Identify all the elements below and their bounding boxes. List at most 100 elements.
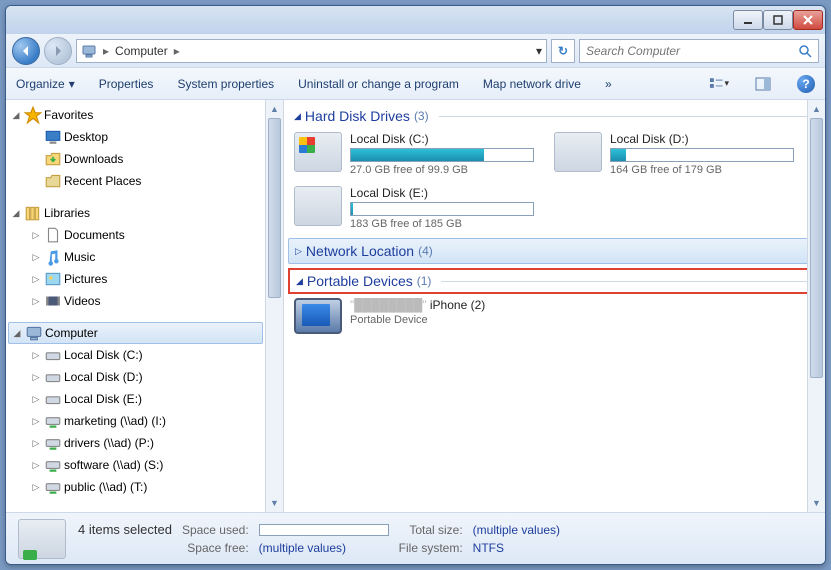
map-drive-button[interactable]: Map network drive	[483, 77, 581, 91]
drive-icon	[18, 519, 66, 559]
tree-local-c[interactable]: ▷Local Disk (C:)	[6, 344, 283, 366]
tree-music[interactable]: ▷ Music	[6, 246, 283, 268]
collapse-icon[interactable]: ◢	[296, 276, 303, 287]
tree-net-p[interactable]: ▷ drivers (\\ad) (P:)	[6, 432, 283, 454]
collapse-icon[interactable]: ◢	[10, 208, 22, 219]
group-title: Portable Devices	[307, 273, 413, 289]
tree-label: Recent Places	[64, 174, 141, 188]
search-input[interactable]	[586, 44, 798, 58]
refresh-button[interactable]: ↻	[551, 39, 575, 63]
label-space-free: Space free:	[182, 541, 249, 555]
expand-icon[interactable]: ▷	[30, 394, 42, 405]
forward-button[interactable]	[44, 37, 72, 65]
expand-icon[interactable]: ▷	[30, 416, 42, 427]
label-fs: File system:	[399, 541, 463, 555]
drive-icon	[44, 369, 62, 385]
divider	[439, 116, 815, 117]
group-count: (4)	[418, 244, 433, 258]
uninstall-button[interactable]: Uninstall or change a program	[298, 77, 459, 91]
preview-pane-button[interactable]	[753, 74, 773, 94]
expand-icon[interactable]: ▷	[30, 274, 42, 285]
tree-documents[interactable]: ▷ Documents	[6, 224, 283, 246]
tree-computer[interactable]: ◢ Computer	[8, 322, 263, 344]
tree-net-i[interactable]: ▷ marketing (\\ad) (I:)	[6, 410, 283, 432]
expand-icon[interactable]: ▷	[30, 438, 42, 449]
expand-icon[interactable]: ▷	[30, 230, 42, 241]
help-button[interactable]: ?	[797, 75, 815, 93]
drive-c[interactable]: Local Disk (C:) 27.0 GB free of 99.9 GB	[294, 132, 534, 176]
drive-free: 27.0 GB free of 99.9 GB	[350, 164, 534, 176]
collapse-icon[interactable]: ◢	[294, 111, 301, 122]
close-button[interactable]	[793, 10, 823, 30]
more-button[interactable]: »	[605, 77, 612, 91]
expand-icon[interactable]: ▷	[30, 350, 42, 361]
search-box[interactable]	[579, 39, 819, 63]
breadcrumb-location[interactable]: Computer	[115, 44, 168, 58]
body: ◢ Favorites Desktop Downloads Recent Pla…	[6, 100, 825, 512]
command-bar: Organize ▾ Properties System properties …	[6, 68, 825, 100]
tree-videos[interactable]: ▷Videos	[6, 290, 283, 312]
chevron-down-icon: ▾	[69, 77, 75, 91]
tree-libraries[interactable]: ◢ Libraries	[6, 202, 283, 224]
scroll-thumb[interactable]	[268, 118, 281, 298]
tree-label: Music	[64, 250, 95, 264]
maximize-button[interactable]	[763, 10, 793, 30]
tree-pictures[interactable]: ▷Pictures	[6, 268, 283, 290]
drive-name: Local Disk (C:)	[350, 132, 534, 146]
tree-recent[interactable]: Recent Places	[6, 170, 283, 192]
breadcrumb[interactable]: ▸ Computer ▸ ▾	[76, 39, 547, 63]
drive-e[interactable]: Local Disk (E:) 183 GB free of 185 GB	[294, 186, 534, 230]
scroll-up-icon[interactable]: ▲	[266, 100, 283, 118]
back-button[interactable]	[12, 37, 40, 65]
sidebar-scrollbar[interactable]: ▲ ▼	[265, 100, 283, 512]
scroll-up-icon[interactable]: ▲	[808, 100, 825, 118]
tree-label: Documents	[64, 228, 125, 242]
properties-button[interactable]: Properties	[99, 77, 154, 91]
system-properties-button[interactable]: System properties	[177, 77, 274, 91]
drive-name: Local Disk (D:)	[610, 132, 794, 146]
tree-desktop[interactable]: Desktop	[6, 126, 283, 148]
expand-icon[interactable]: ▷	[30, 482, 42, 493]
document-icon	[44, 227, 62, 243]
expand-icon[interactable]: ▷	[30, 372, 42, 383]
tree-label: marketing (\\ad) (I:)	[64, 414, 166, 428]
tree-label: Desktop	[64, 130, 108, 144]
collapse-icon[interactable]: ◢	[10, 110, 22, 121]
expand-icon[interactable]: ▷	[30, 252, 42, 263]
scroll-down-icon[interactable]: ▼	[266, 494, 283, 512]
tree-net-t[interactable]: ▷public (\\ad) (T:)	[6, 476, 283, 498]
organize-menu[interactable]: Organize ▾	[16, 77, 75, 91]
expand-icon[interactable]: ▷	[295, 246, 302, 257]
content-scrollbar[interactable]: ▲ ▼	[807, 100, 825, 512]
tree-net-s[interactable]: ▷software (\\ad) (S:)	[6, 454, 283, 476]
tree-favorites[interactable]: ◢ Favorites	[6, 104, 283, 126]
tree-downloads[interactable]: Downloads	[6, 148, 283, 170]
scroll-thumb[interactable]	[810, 118, 823, 378]
view-options-button[interactable]: ▾	[709, 74, 729, 94]
scroll-down-icon[interactable]: ▼	[808, 494, 825, 512]
tree-label: Local Disk (E:)	[64, 392, 142, 406]
search-icon[interactable]	[798, 44, 812, 58]
dropdown-icon[interactable]: ▾	[536, 44, 542, 58]
group-hdd[interactable]: ◢ Hard Disk Drives (3)	[284, 100, 825, 128]
group-network[interactable]: ▷ Network Location (4)	[288, 238, 821, 264]
divider	[441, 281, 813, 282]
tree-local-e[interactable]: ▷ Local Disk (E:)	[6, 388, 283, 410]
drive-d[interactable]: Local Disk (D:) 164 GB free of 179 GB	[554, 132, 794, 176]
drive-icon	[294, 132, 342, 172]
minimize-button[interactable]	[733, 10, 763, 30]
group-count: (1)	[417, 274, 432, 288]
expand-icon[interactable]: ▷	[30, 296, 42, 307]
chevron-right-icon[interactable]: ▸	[172, 44, 182, 58]
device-name: "████████" iPhone (2)	[350, 298, 534, 312]
tree-local-d[interactable]: ▷ Local Disk (D:)	[6, 366, 283, 388]
tree-label: drivers (\\ad) (P:)	[64, 436, 154, 450]
network-drive-icon	[44, 457, 62, 473]
device-type: Portable Device	[350, 314, 534, 326]
collapse-icon[interactable]: ◢	[11, 328, 23, 339]
nav-bar: ▸ Computer ▸ ▾ ↻	[6, 34, 825, 68]
tree-label: Local Disk (D:)	[64, 370, 143, 384]
group-portable[interactable]: ◢ Portable Devices (1)	[288, 268, 821, 294]
device-iphone[interactable]: "████████" iPhone (2) Portable Device	[294, 298, 534, 334]
expand-icon[interactable]: ▷	[30, 460, 42, 471]
